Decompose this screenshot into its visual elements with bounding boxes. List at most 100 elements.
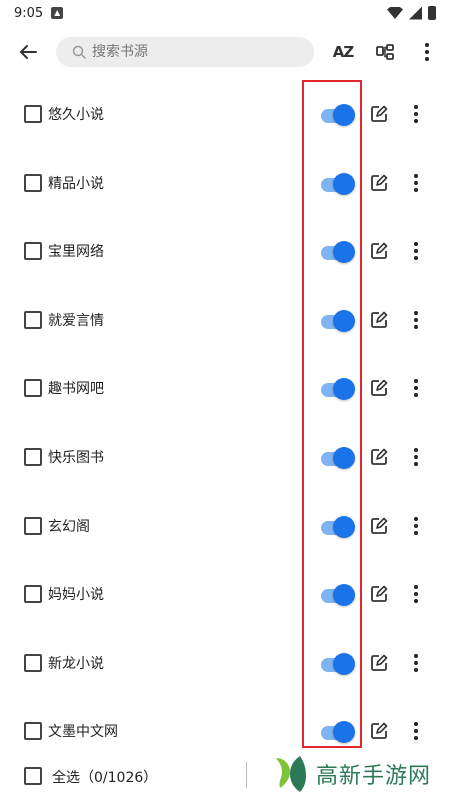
row-checkbox[interactable] [24, 242, 42, 261]
more-vert-icon [414, 242, 418, 261]
edit-icon [371, 448, 388, 465]
row-more-button[interactable] [406, 582, 426, 606]
wifi-icon [387, 7, 403, 19]
search-box[interactable] [56, 37, 314, 67]
enable-switch[interactable] [319, 172, 355, 195]
notification-icon [51, 7, 64, 19]
list-item[interactable]: 趣书网吧 [0, 354, 450, 422]
enable-switch[interactable] [319, 447, 355, 469]
source-name: 新龙小说 [48, 655, 104, 672]
more-vert-icon [414, 310, 418, 329]
edit-button[interactable] [369, 241, 389, 261]
source-name: 文墨中文网 [48, 724, 118, 741]
row-checkbox[interactable] [24, 722, 42, 741]
edit-icon [371, 174, 388, 191]
more-vert-icon [414, 105, 418, 123]
list-item[interactable]: 妈妈小说 [0, 560, 450, 628]
more-vert-icon [425, 43, 429, 61]
row-more-button[interactable] [406, 308, 426, 332]
row-more-button[interactable] [406, 514, 426, 538]
search-input[interactable] [90, 43, 294, 61]
source-name: 玄幻阁 [48, 518, 90, 535]
arrow-left-icon [20, 45, 37, 59]
more-vert-icon [414, 653, 418, 672]
list-item[interactable]: 就爱言情 [0, 286, 450, 354]
enable-switch[interactable] [319, 378, 355, 401]
edit-icon [371, 723, 388, 740]
select-all-checkbox[interactable] [24, 767, 42, 785]
switch-thumb [333, 584, 355, 607]
row-checkbox[interactable] [24, 448, 42, 466]
enable-switch[interactable] [319, 241, 355, 264]
switch-thumb [333, 378, 355, 401]
watermark-text: 高新手游网 [316, 764, 432, 789]
row-checkbox[interactable] [24, 105, 42, 123]
list-item[interactable]: 悠久小说 [0, 80, 450, 148]
enable-switch[interactable] [319, 104, 355, 126]
enable-switch[interactable] [319, 721, 355, 744]
enable-switch[interactable] [319, 584, 355, 607]
row-checkbox[interactable] [24, 516, 42, 535]
edit-icon [371, 242, 388, 260]
edit-icon [371, 380, 388, 397]
enable-switch[interactable] [319, 309, 355, 332]
status-left: 9:05 [14, 5, 64, 21]
source-name: 精品小说 [48, 175, 104, 192]
list-item[interactable]: 快乐图书 [0, 423, 450, 491]
row-more-button[interactable] [406, 651, 426, 675]
row-checkbox[interactable] [24, 379, 42, 398]
edit-button[interactable] [369, 584, 389, 604]
edit-icon [371, 311, 388, 328]
watermark: 高新手游网 [258, 748, 450, 800]
edit-button[interactable] [369, 447, 389, 467]
source-name: 悠久小说 [48, 107, 104, 123]
row-checkbox[interactable] [24, 653, 42, 672]
edit-button[interactable] [369, 104, 389, 124]
row-more-button[interactable] [406, 102, 426, 126]
battery-icon [428, 6, 436, 20]
source-name: 妈妈小说 [48, 587, 104, 604]
edit-button[interactable] [369, 516, 389, 536]
list-item[interactable]: 精品小说 [0, 149, 450, 217]
more-vert-icon [414, 722, 418, 741]
switch-thumb [333, 309, 355, 332]
search-icon [72, 45, 86, 59]
status-time: 9:05 [14, 5, 44, 21]
row-more-button[interactable] [406, 445, 426, 469]
row-more-button[interactable] [406, 376, 426, 400]
status-right [387, 6, 436, 20]
enable-switch[interactable] [319, 515, 355, 538]
row-more-button[interactable] [406, 239, 426, 263]
row-more-button[interactable] [406, 171, 426, 195]
row-checkbox[interactable] [24, 173, 42, 192]
list-item[interactable]: 宝里网络 [0, 217, 450, 285]
edit-button[interactable] [369, 310, 389, 330]
more-vert-icon [414, 448, 418, 466]
sort-az-button[interactable]: AZ [322, 28, 364, 76]
group-button[interactable] [364, 28, 406, 76]
more-vert-icon [414, 379, 418, 398]
row-more-button[interactable] [406, 719, 426, 743]
enable-switch[interactable] [319, 652, 355, 675]
list-item[interactable]: 新龙小说 [0, 629, 450, 697]
back-button[interactable] [0, 28, 56, 76]
switch-thumb [333, 241, 355, 264]
list-item[interactable]: 玄幻阁 [0, 492, 450, 560]
more-menu-button[interactable] [406, 28, 448, 76]
edit-button[interactable] [369, 378, 389, 398]
edit-icon [371, 517, 388, 534]
source-name: 快乐图书 [48, 450, 104, 466]
edit-button[interactable] [369, 173, 389, 193]
edit-button[interactable] [369, 721, 389, 741]
select-all-label: 全选（0/1026） [52, 770, 158, 786]
more-vert-icon [414, 173, 418, 192]
source-name: 就爱言情 [48, 312, 104, 329]
more-vert-icon [414, 585, 418, 604]
source-name: 趣书网吧 [48, 381, 104, 398]
edit-icon [371, 654, 388, 671]
edit-icon [371, 105, 388, 122]
edit-button[interactable] [369, 653, 389, 673]
row-checkbox[interactable] [24, 585, 42, 604]
more-vert-icon [414, 516, 418, 535]
row-checkbox[interactable] [24, 310, 42, 329]
